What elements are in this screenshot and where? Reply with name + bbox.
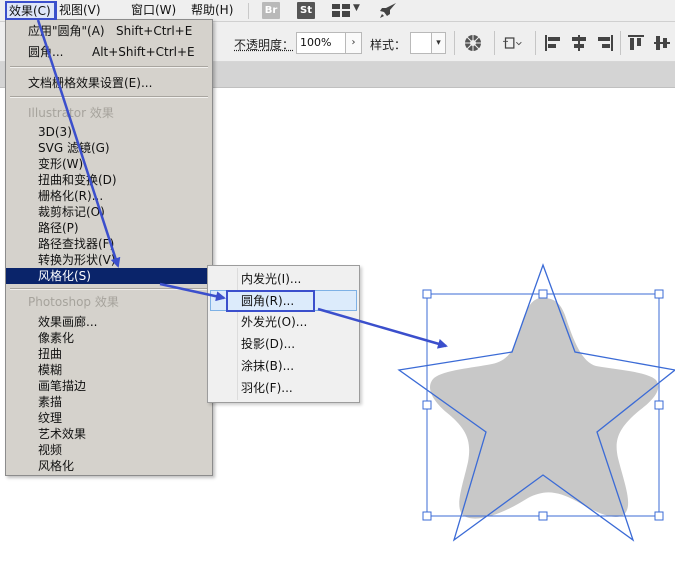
opacity-input[interactable]: 100% xyxy=(296,32,346,54)
menu-separator xyxy=(248,3,249,19)
align-top-icon[interactable] xyxy=(626,33,646,53)
submenu-item-scribble[interactable]: 涂抹(B)... xyxy=(208,356,359,377)
menu-item-label: 内发光(I)... xyxy=(241,272,302,286)
menu-item-distort-transform[interactable]: 扭曲和变换(D) xyxy=(6,172,212,188)
menu-item-label: 裁剪标记(O) xyxy=(38,205,105,219)
style-label: 样式： xyxy=(370,38,407,52)
menu-item-label: 视频 xyxy=(38,443,63,457)
menu-item-document-raster-settings[interactable]: 文档栅格效果设置(E)... xyxy=(6,75,212,91)
menu-window[interactable]: 窗口(W) xyxy=(128,2,179,19)
menu-item-photoshop-stylize[interactable]: 风格化 xyxy=(6,458,212,474)
menu-item-label: 风格化(S) xyxy=(38,269,91,283)
menu-item-blur[interactable]: 模糊 xyxy=(6,362,212,378)
rounded-star-shape[interactable] xyxy=(430,298,659,519)
align-middle-icon[interactable] xyxy=(652,33,672,53)
recolor-artwork-icon[interactable] xyxy=(463,33,483,53)
menu-item-label: 模糊 xyxy=(38,363,63,377)
selection-handles[interactable] xyxy=(422,289,664,521)
photoshop-effects-header: Photoshop 效果 xyxy=(6,294,212,310)
workspace-grid-icon[interactable] xyxy=(332,4,350,17)
align-right-icon[interactable] xyxy=(595,33,615,53)
toolbar-separator xyxy=(535,31,536,55)
menu-item-label: 艺术效果 xyxy=(38,427,87,441)
menu-item-label: 转换为形状(V) xyxy=(38,253,116,267)
rocket-icon[interactable] xyxy=(378,2,398,20)
menu-item-label: 路径查找器(F) xyxy=(38,237,115,251)
submenu-item-inner-glow[interactable]: 内发光(I)... xyxy=(208,269,359,290)
annotation-box-effects xyxy=(5,1,57,20)
menu-item-label: 变形(W) xyxy=(38,157,84,171)
illustrator-effects-header: Illustrator 效果 xyxy=(6,105,212,121)
chevron-right-icon[interactable]: › xyxy=(346,32,362,54)
menu-item-path[interactable]: 路径(P) xyxy=(6,220,212,236)
menu-item-label: 扭曲 xyxy=(38,347,63,361)
shortcut-label: Alt+Shift+Ctrl+E xyxy=(92,45,195,59)
submenu-item-feather[interactable]: 羽化(F)... xyxy=(208,378,359,399)
shortcut-label: Shift+Ctrl+E xyxy=(116,24,193,38)
menu-item-last-effect[interactable]: 圆角... Alt+Shift+Ctrl+E xyxy=(6,44,212,60)
menu-item-pathfinder[interactable]: 路径查找器(F) xyxy=(6,236,212,252)
menu-item-label: 涂抹(B)... xyxy=(241,359,295,373)
opacity-label[interactable]: 不透明度： xyxy=(234,36,294,53)
menu-item-brush-strokes[interactable]: 画笔描边 xyxy=(6,378,212,394)
menu-item-distort[interactable]: 扭曲 xyxy=(6,346,212,362)
menu-item-warp[interactable]: 变形(W) xyxy=(6,156,212,172)
stock-button[interactable]: St xyxy=(297,2,315,19)
menu-item-label: 3D(3) xyxy=(38,125,72,139)
menu-header-label: Illustrator 效果 xyxy=(28,106,114,120)
annotation-box-round-corners xyxy=(226,290,315,312)
submenu-item-outer-glow[interactable]: 外发光(O)... xyxy=(208,312,359,333)
menu-item-label: 羽化(F)... xyxy=(241,381,293,395)
stylize-submenu: 内发光(I)... 圆角(R)... 外发光(O)... 投影(D)... 涂抹… xyxy=(207,265,360,403)
menu-item-effect-gallery[interactable]: 效果画廊... xyxy=(6,314,212,330)
menu-divider xyxy=(10,66,208,68)
menu-item-label: SVG 滤镜(G) xyxy=(38,141,110,155)
menu-item-stylize[interactable]: 风格化(S) xyxy=(6,268,212,284)
effects-menu: 应用"圆角"(A) Shift+Ctrl+E 圆角... Alt+Shift+C… xyxy=(5,19,213,476)
submenu-item-drop-shadow[interactable]: 投影(D)... xyxy=(208,334,359,355)
toolbar-separator xyxy=(454,31,455,55)
toolbar-separator xyxy=(620,31,621,55)
menu-help[interactable]: 帮助(H) xyxy=(188,2,236,19)
align-center-icon[interactable] xyxy=(569,33,589,53)
menu-divider xyxy=(10,96,208,98)
menu-item-label: 像素化 xyxy=(38,331,75,345)
menu-item-sketch[interactable]: 素描 xyxy=(6,394,212,410)
menu-item-label: 素描 xyxy=(38,395,63,409)
menu-header-label: Photoshop 效果 xyxy=(28,295,119,309)
selection-bounding-box xyxy=(426,293,660,517)
menu-item-svg-filters[interactable]: SVG 滤镜(G) xyxy=(6,140,212,156)
menu-item-apply-last-effect[interactable]: 应用"圆角"(A) Shift+Ctrl+E xyxy=(6,23,212,39)
align-to-icon[interactable] xyxy=(503,33,523,53)
menu-item-rasterize[interactable]: 栅格化(R)... xyxy=(6,188,212,204)
menu-item-label: 应用"圆角"(A) xyxy=(28,24,105,38)
menu-item-convert-to-shape[interactable]: 转换为形状(V) xyxy=(6,252,212,268)
star-outline-path[interactable] xyxy=(397,263,675,542)
menu-item-label: 路径(P) xyxy=(38,221,79,235)
menu-item-label: 画笔描边 xyxy=(38,379,87,393)
bridge-button[interactable]: Br xyxy=(262,2,280,19)
menu-item-label: 外发光(O)... xyxy=(241,315,308,329)
menu-item-label: 纹理 xyxy=(38,411,63,425)
chevron-down-icon[interactable]: ▾ xyxy=(432,32,446,54)
menu-item-label: 圆角... xyxy=(28,45,64,59)
menu-item-texture[interactable]: 纹理 xyxy=(6,410,212,426)
menu-item-crop-marks[interactable]: 裁剪标记(O) xyxy=(6,204,212,220)
style-swatch[interactable] xyxy=(410,32,432,54)
menu-item-video[interactable]: 视频 xyxy=(6,442,212,458)
menu-item-label: 文档栅格效果设置(E)... xyxy=(28,76,153,90)
menu-item-label: 扭曲和变换(D) xyxy=(38,173,117,187)
menu-view[interactable]: 视图(V) xyxy=(56,2,104,19)
menu-item-label: 投影(D)... xyxy=(241,337,296,351)
menu-item-label: 风格化 xyxy=(38,459,75,473)
menu-item-label: 栅格化(R)... xyxy=(38,189,104,203)
toolbar-separator xyxy=(494,31,495,55)
menu-item-artistic[interactable]: 艺术效果 xyxy=(6,426,212,442)
menu-item-3d[interactable]: 3D(3) xyxy=(6,124,212,140)
chevron-down-icon[interactable]: ▼ xyxy=(353,3,360,13)
menu-divider xyxy=(10,288,208,290)
menu-item-pixelate[interactable]: 像素化 xyxy=(6,330,212,346)
align-left-icon[interactable] xyxy=(543,33,563,53)
menu-item-label: 效果画廊... xyxy=(38,315,98,329)
